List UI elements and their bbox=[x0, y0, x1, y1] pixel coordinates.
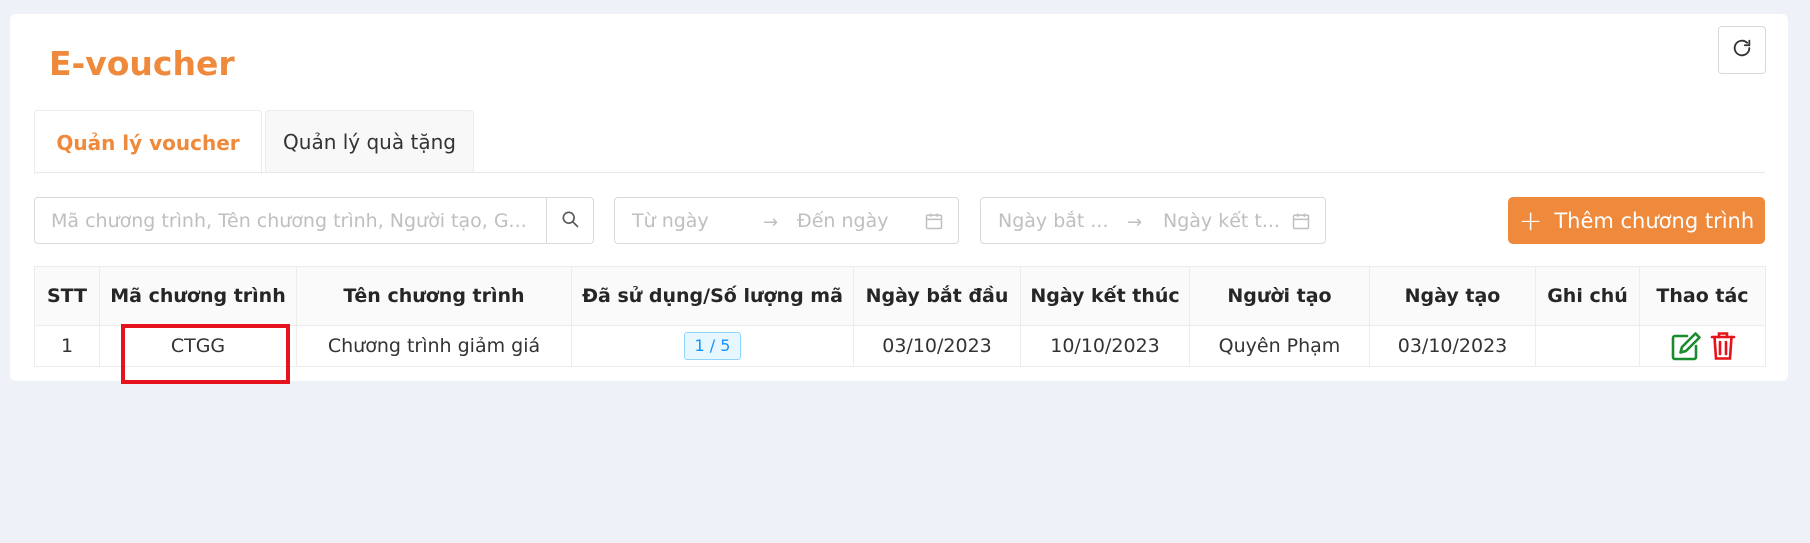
page-title: E-voucher bbox=[49, 44, 235, 83]
cell-code[interactable]: CTGG bbox=[99, 325, 297, 367]
tabs-divider bbox=[34, 172, 1765, 173]
search-icon bbox=[560, 209, 580, 233]
column-header-stt[interactable]: STT bbox=[34, 266, 100, 326]
column-header-code[interactable]: Mã chương trình bbox=[99, 266, 297, 326]
column-header-start-date[interactable]: Ngày bắt đầu bbox=[853, 266, 1021, 326]
cell-actions bbox=[1639, 325, 1766, 367]
column-header-creator[interactable]: Người tạo bbox=[1189, 266, 1370, 326]
range-arrow: → bbox=[1127, 212, 1143, 233]
program-start-placeholder[interactable]: Ngày bắt ... bbox=[998, 210, 1116, 232]
usage-badge: 1 / 5 bbox=[683, 332, 742, 360]
cell-end-date: 10/10/2023 bbox=[1020, 325, 1190, 367]
table-header-row: STT Mã chương trình Tên chương trình Đã … bbox=[34, 266, 1766, 326]
column-header-name[interactable]: Tên chương trình bbox=[296, 266, 572, 326]
column-header-usage[interactable]: Đã sử dụng/Số lượng mã bbox=[571, 266, 854, 326]
created-from-placeholder[interactable]: Từ ngày bbox=[632, 210, 762, 232]
add-program-button[interactable]: + Thêm chương trình bbox=[1508, 197, 1765, 244]
cell-start-date: 03/10/2023 bbox=[853, 325, 1021, 367]
search-box: Mã chương trình, Tên chương trình, Người… bbox=[34, 197, 594, 244]
created-to-placeholder[interactable]: Đến ngày bbox=[797, 210, 912, 232]
column-header-end-date[interactable]: Ngày kết thúc bbox=[1020, 266, 1190, 326]
range-arrow: → bbox=[763, 212, 779, 233]
table-row[interactable]: 1 CTGG Chương trình giảm giá 1 / 5 03/10… bbox=[34, 325, 1766, 367]
add-program-label: Thêm chương trình bbox=[1554, 208, 1755, 233]
cell-stt: 1 bbox=[34, 325, 100, 367]
voucher-table: STT Mã chương trình Tên chương trình Đã … bbox=[34, 266, 1766, 367]
edit-icon[interactable] bbox=[1670, 331, 1702, 361]
cell-creator: Quyên Phạm bbox=[1189, 325, 1370, 367]
refresh-button[interactable] bbox=[1718, 26, 1766, 74]
column-header-created-date[interactable]: Ngày tạo bbox=[1369, 266, 1536, 326]
cell-name[interactable]: Chương trình giảm giá bbox=[296, 325, 572, 367]
cell-note bbox=[1535, 325, 1640, 367]
program-end-placeholder[interactable]: Ngày kết t... bbox=[1163, 210, 1278, 232]
refresh-icon bbox=[1731, 37, 1753, 63]
search-input[interactable]: Mã chương trình, Tên chương trình, Người… bbox=[35, 198, 546, 243]
tab-gift-management[interactable]: Quản lý quà tặng bbox=[265, 110, 474, 173]
column-header-note[interactable]: Ghi chú bbox=[1535, 266, 1640, 326]
cell-created-date: 03/10/2023 bbox=[1369, 325, 1536, 367]
calendar-icon bbox=[1291, 211, 1311, 236]
created-date-range[interactable]: Từ ngày → Đến ngày bbox=[614, 197, 959, 244]
column-header-actions: Thao tác bbox=[1639, 266, 1766, 326]
cell-usage: 1 / 5 bbox=[571, 325, 854, 367]
plus-icon: + bbox=[1518, 203, 1543, 237]
search-button[interactable] bbox=[546, 198, 593, 243]
tab-voucher-management[interactable]: Quản lý voucher bbox=[34, 110, 262, 174]
trash-icon[interactable] bbox=[1710, 331, 1736, 361]
calendar-icon bbox=[924, 211, 944, 236]
program-date-range[interactable]: Ngày bắt ... → Ngày kết t... bbox=[980, 197, 1326, 244]
